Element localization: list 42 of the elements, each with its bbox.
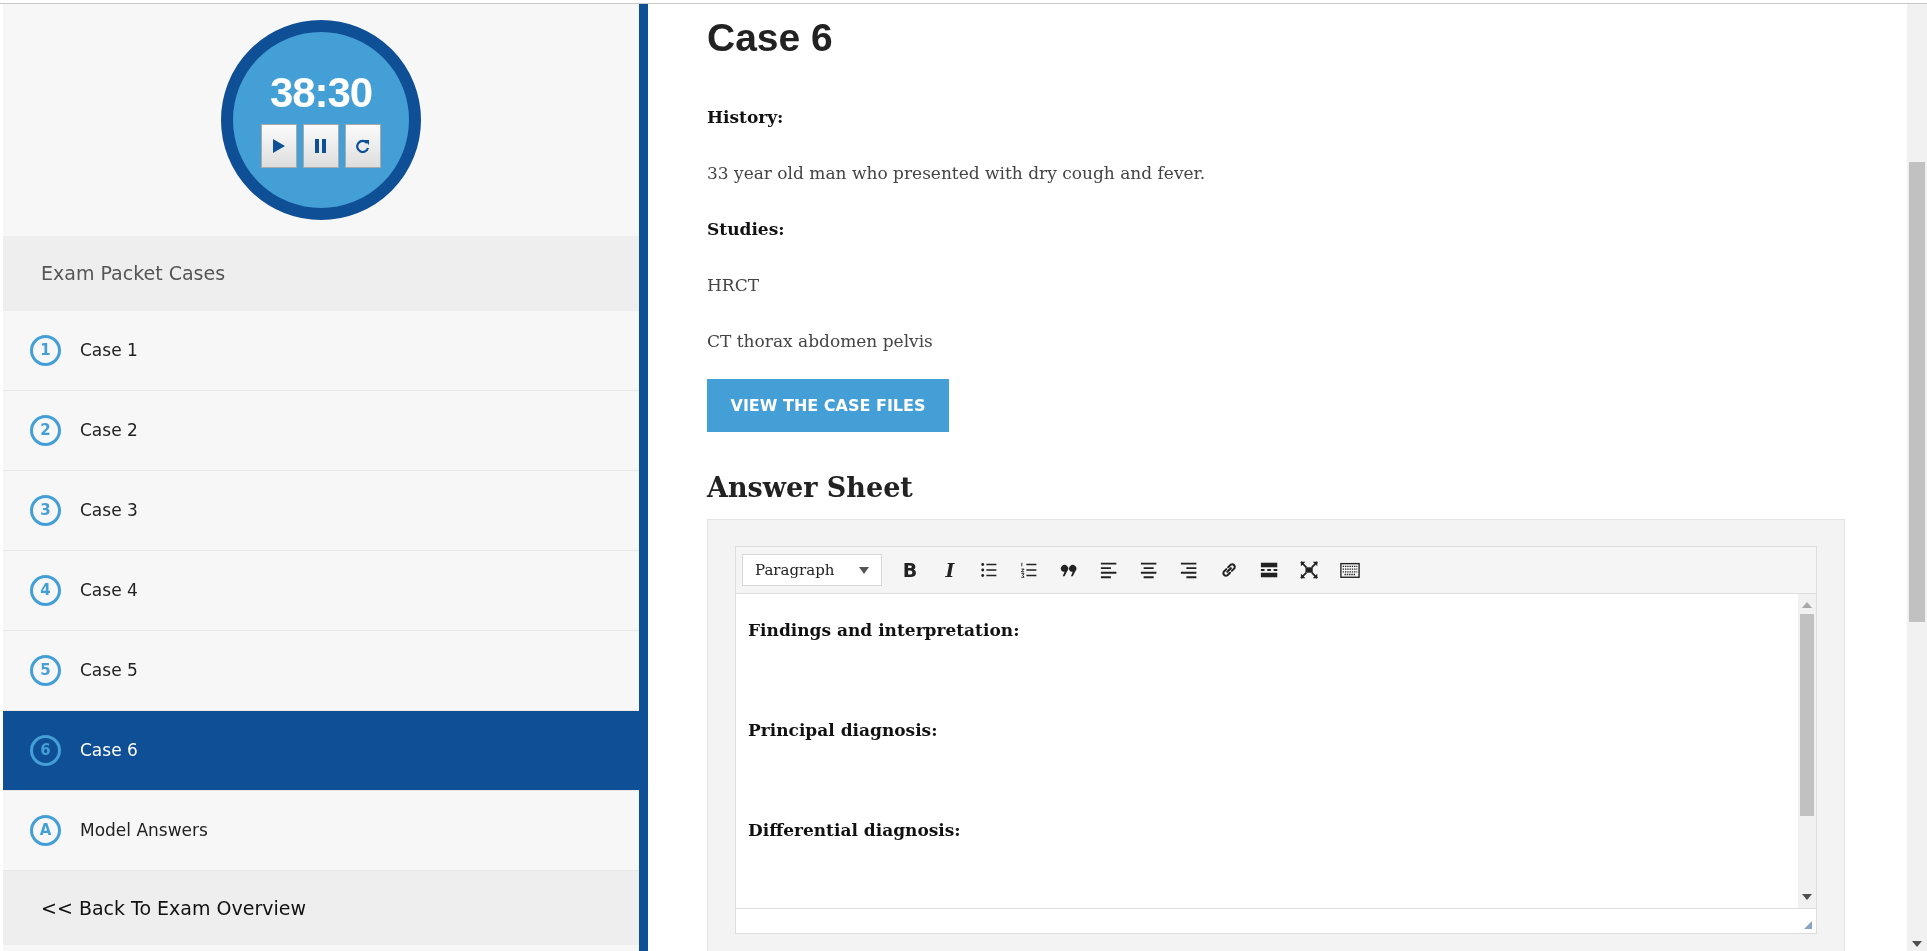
- play-button[interactable]: [261, 124, 297, 168]
- number-badge: 1: [30, 335, 61, 366]
- scroll-down-icon[interactable]: [1912, 941, 1922, 947]
- restart-button[interactable]: [345, 124, 381, 168]
- keyboard-icon: [1340, 560, 1360, 580]
- scrollbar-thumb[interactable]: [1800, 614, 1814, 816]
- resize-handle-icon[interactable]: [1803, 920, 1813, 930]
- editor-text: Differential diagnosis:: [748, 819, 962, 842]
- editor-scrollbar[interactable]: [1798, 594, 1816, 908]
- number-badge: 6: [30, 735, 61, 766]
- play-icon: [272, 139, 286, 153]
- restart-icon: [356, 139, 370, 153]
- page-scrollbar[interactable]: [1907, 4, 1927, 951]
- number-badge: 2: [30, 415, 61, 446]
- page-title: Case 6: [707, 18, 834, 57]
- section-label: Studies:: [707, 218, 786, 241]
- body-text: CT thorax abdomen pelvis: [707, 330, 934, 353]
- bold-button[interactable]: B: [896, 556, 924, 584]
- pause-icon: [314, 139, 328, 153]
- timer-display: 38:30: [269, 72, 373, 114]
- scrollbar-thumb[interactable]: [1909, 162, 1925, 622]
- page-break-icon: [1260, 560, 1280, 580]
- body-text: 33 year old man who presented with dry cough and fever.: [707, 162, 1207, 185]
- format-dropdown[interactable]: Paragraph: [742, 554, 882, 586]
- number-badge: A: [30, 815, 61, 846]
- editor-content[interactable]: Findings and interpretation: Principal diagnosis: Differential diagnosis:: [736, 594, 1798, 908]
- caret-icon: [859, 566, 869, 574]
- editor-text: Principal diagnosis:: [748, 719, 939, 742]
- back-link[interactable]: << Back To Exam Overview: [41, 893, 306, 923]
- scroll-down-icon[interactable]: [1802, 894, 1812, 900]
- section-label: History:: [707, 106, 785, 129]
- number-badge: 4: [30, 575, 61, 606]
- fullscreen-icon: [1300, 560, 1320, 580]
- case-item[interactable]: 6 Case 6: [3, 711, 639, 791]
- section-heading: Exam Packet Cases: [41, 261, 226, 287]
- pause-button[interactable]: [303, 124, 339, 168]
- section-title: Answer Sheet: [707, 474, 914, 501]
- editor-text: Findings and interpretation:: [748, 619, 1021, 642]
- number-badge: 3: [30, 495, 61, 526]
- number-badge: 5: [30, 655, 61, 686]
- italic-button[interactable]: I: [936, 556, 964, 584]
- body-text: HRCT: [707, 274, 760, 297]
